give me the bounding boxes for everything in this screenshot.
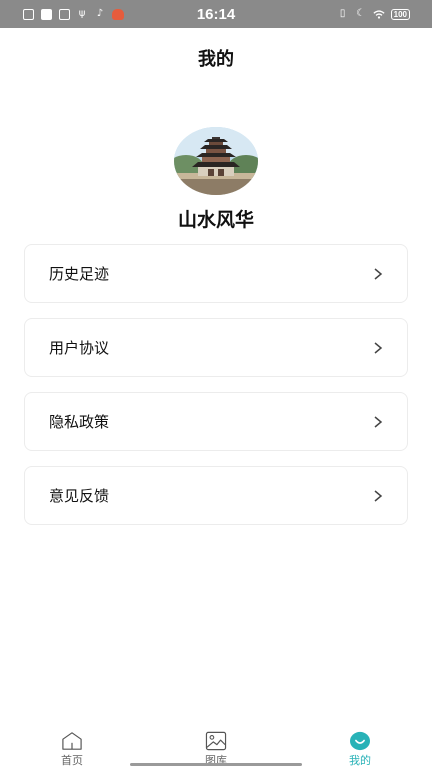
battery-icon: 100 [390,8,410,20]
profile-smile-icon [350,731,370,751]
status-bar: ψ ♪ 16:14 ▯ ☾ 100 [0,0,432,28]
profile-name: 山水风华 [177,209,254,231]
mail-icon [40,8,52,20]
chevron-right-icon [374,415,383,428]
avatar[interactable] [174,127,258,195]
status-right-icons: ▯ ☾ 100 [337,8,410,20]
settings-menu: 历史足迹 用户协议 隐私政策 意见反馈 [24,244,408,540]
nav-label: 首页 [61,754,83,767]
file-icon [22,8,34,20]
menu-item-label: 历史足迹 [49,265,110,283]
nav-item-gallery[interactable]: 图库 [144,724,288,768]
app-icon [112,8,124,20]
nav-item-home[interactable]: 首页 [0,724,144,768]
menu-item-label: 意见反馈 [49,487,110,505]
status-left-icons: ψ ♪ [22,8,124,20]
tiktok-icon: ♪ [96,8,104,19]
menu-item-label: 用户协议 [49,339,110,357]
usb-icon: ψ [78,8,86,19]
home-icon [62,732,82,750]
pagoda-landscape-image [174,127,258,195]
moon-icon: ☾ [356,8,366,19]
menu-item-history[interactable]: 历史足迹 [24,244,408,303]
chevron-right-icon [374,341,383,354]
chevron-right-icon [374,267,383,280]
menu-item-label: 隐私政策 [49,413,110,431]
menu-item-feedback[interactable]: 意见反馈 [24,466,408,525]
gallery-icon [205,731,227,751]
wifi-icon [373,8,385,20]
vibrate-icon: ▯ [339,8,346,19]
menu-item-privacy-policy[interactable]: 隐私政策 [24,392,408,451]
home-indicator[interactable] [130,763,302,766]
chevron-right-icon [374,489,383,502]
nav-item-profile[interactable]: 我的 [288,724,432,768]
sim-icon [58,8,70,20]
menu-item-user-agreement[interactable]: 用户协议 [24,318,408,377]
nav-label: 我的 [349,754,371,767]
bottom-nav: 首页 图库 我的 [0,724,432,768]
page-title: 我的 [198,49,234,70]
